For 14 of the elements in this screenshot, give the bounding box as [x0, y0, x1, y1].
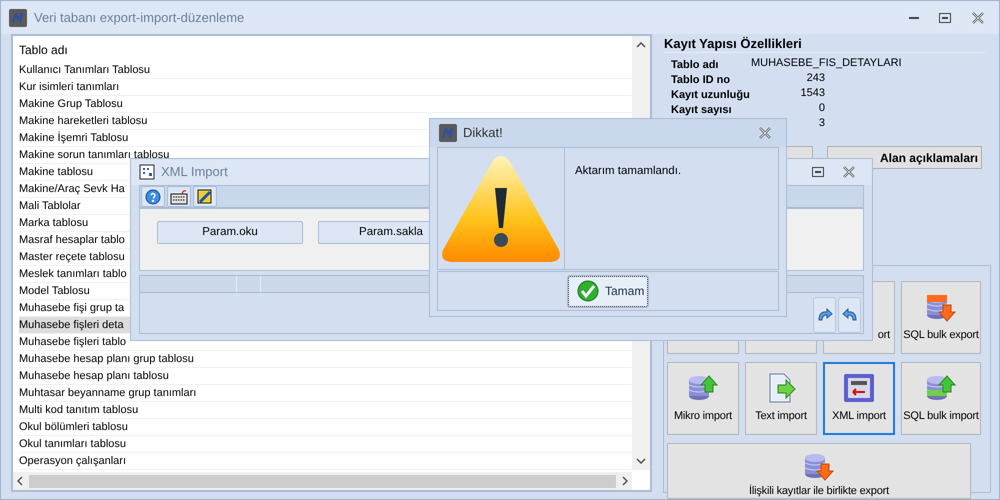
- column-header: Tablo adı: [19, 42, 69, 59]
- field-value: 1543: [800, 86, 825, 101]
- message-text: Aktarım tamamlandı.: [575, 165, 682, 177]
- section-title: Kayıt Yapısı Özellikleri: [664, 34, 985, 53]
- field-value: 0: [818, 101, 825, 116]
- window-title: Veri tabanı export-import-düzenleme: [34, 8, 244, 27]
- field-label: Tablo ID no: [671, 74, 730, 86]
- field-label: Kayıt sayısı: [671, 104, 732, 116]
- field-label: Tablo adı: [671, 59, 718, 71]
- field-label: Kayıt uzunluğu: [671, 89, 750, 101]
- window-title: XML Import: [161, 163, 228, 182]
- field-value: MUHASEBE_FIS_DETAYLARI: [751, 56, 902, 71]
- field-value: 3: [818, 116, 825, 131]
- field-value: 243: [806, 71, 825, 86]
